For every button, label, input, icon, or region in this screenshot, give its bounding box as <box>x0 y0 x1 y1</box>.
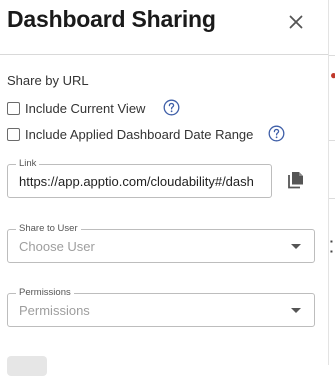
background-page-edge: ● ▪ ▪ <box>329 0 335 365</box>
permissions-legend: Permissions <box>16 287 74 299</box>
close-icon[interactable] <box>284 10 308 34</box>
link-field-legend: Link <box>16 158 40 170</box>
background-glyph: ▪ <box>330 247 333 256</box>
dialog-title: Dashboard Sharing <box>7 6 216 32</box>
link-field[interactable]: Link https://app.apptio.com/cloudability… <box>7 158 272 198</box>
include-date-range-label[interactable]: Include Applied Dashboard Date Range <box>25 127 253 142</box>
chevron-down-icon[interactable] <box>291 308 301 313</box>
help-circle-icon[interactable] <box>268 125 285 142</box>
link-input[interactable]: https://app.apptio.com/cloudability#/das… <box>19 174 263 189</box>
help-circle-icon[interactable] <box>163 99 180 116</box>
include-current-view-row[interactable]: Include Current View <box>7 99 145 117</box>
background-divider <box>329 55 335 56</box>
share-to-user-legend: Share to User <box>16 223 81 235</box>
include-date-range-checkbox[interactable] <box>7 127 20 141</box>
share-to-user-select[interactable]: Share to User Choose User <box>7 223 315 263</box>
permissions-select[interactable]: Permissions Permissions <box>7 287 315 327</box>
dialog-header: Dashboard Sharing <box>0 0 328 55</box>
background-glyph: ● <box>330 68 335 82</box>
dashboard-sharing-panel: Dashboard Sharing Share by URL Include C… <box>0 0 329 376</box>
background-divider <box>329 140 335 141</box>
share-by-url-label: Share by URL <box>7 73 89 88</box>
footer-button[interactable] <box>7 356 47 376</box>
include-current-view-checkbox[interactable] <box>7 101 20 115</box>
share-to-user-placeholder[interactable]: Choose User <box>19 239 95 254</box>
permissions-placeholder[interactable]: Permissions <box>19 303 90 318</box>
include-date-range-row[interactable]: Include Applied Dashboard Date Range <box>7 125 253 143</box>
background-divider <box>329 198 335 199</box>
include-current-view-label[interactable]: Include Current View <box>25 101 145 116</box>
copy-icon[interactable] <box>286 170 306 190</box>
chevron-down-icon[interactable] <box>291 244 301 249</box>
background-glyph: ▪ <box>330 237 333 246</box>
